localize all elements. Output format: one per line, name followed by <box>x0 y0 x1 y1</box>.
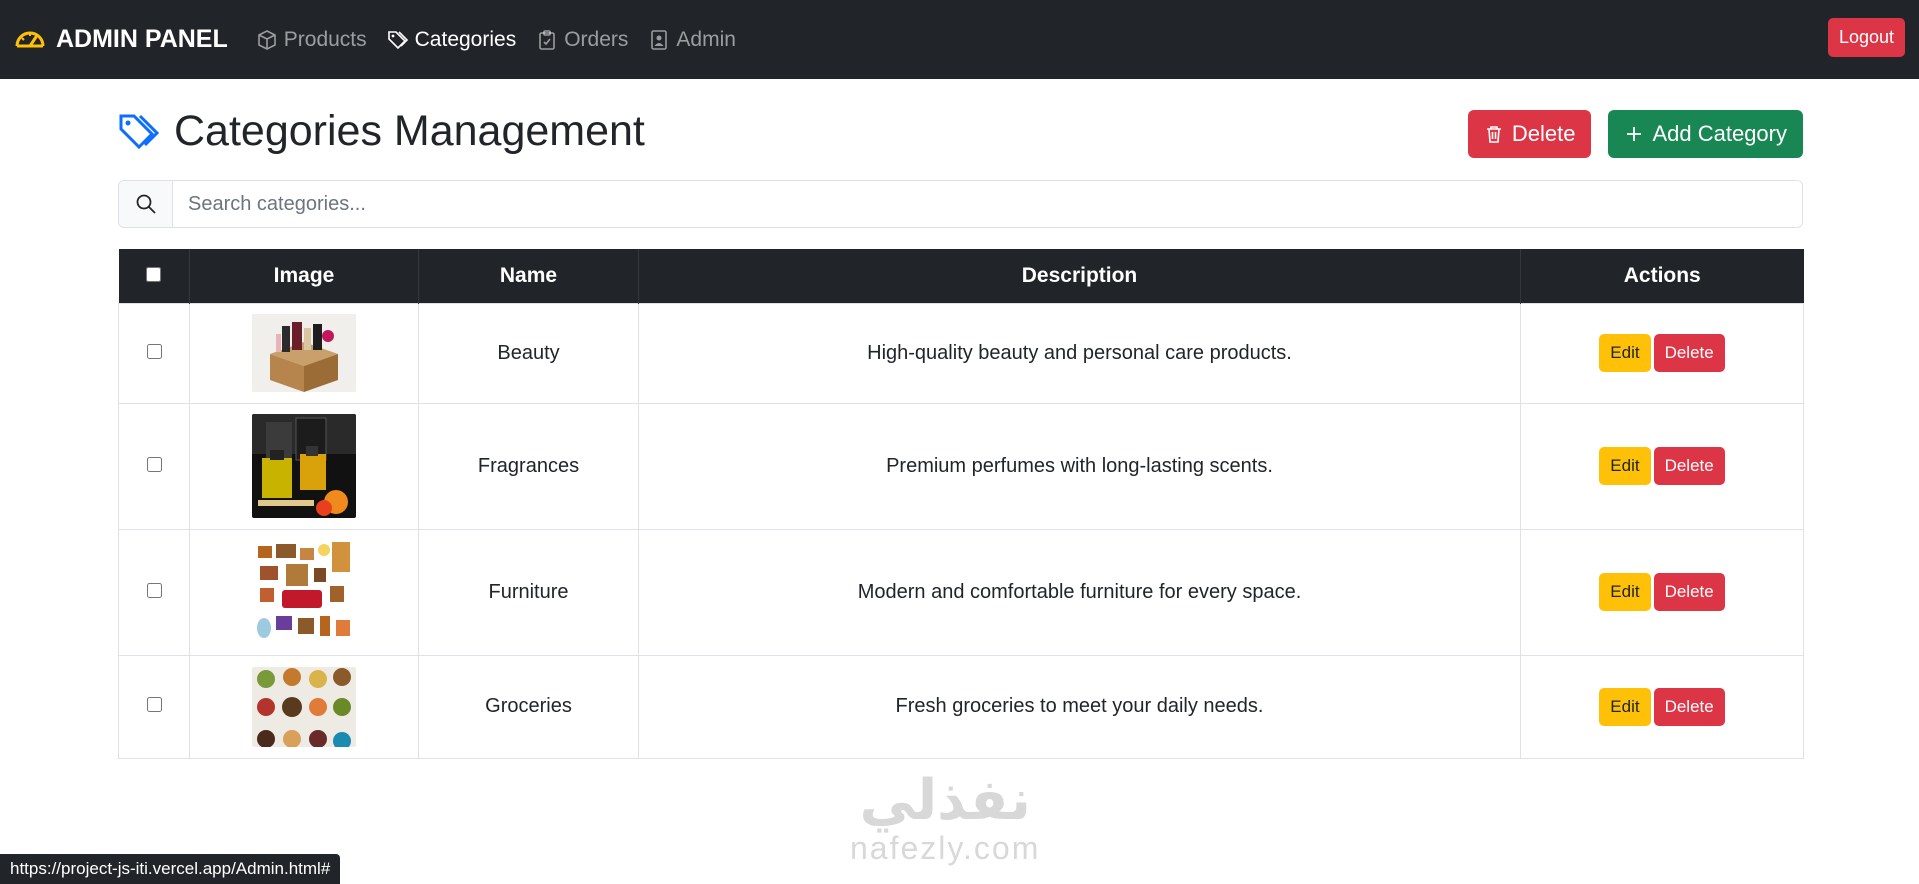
row-checkbox[interactable] <box>146 343 162 359</box>
nav-link-label: Admin <box>676 27 736 51</box>
category-description: Modern and comfortable furniture for eve… <box>638 528 1521 656</box>
search-bar <box>118 180 1803 228</box>
top-navbar: ADMIN PANEL Products Categories Orders A… <box>0 0 1919 79</box>
page-title-text: Categories Management <box>174 107 645 155</box>
row-checkbox[interactable] <box>146 456 162 472</box>
page-header: Categories Management Delete Add Categor… <box>118 79 1803 180</box>
trash-icon <box>1486 126 1501 143</box>
delete-button[interactable]: Delete <box>1653 573 1725 611</box>
edit-button[interactable]: Edit <box>1599 573 1651 611</box>
column-header: Name <box>418 249 639 303</box>
beauty-thumbnail <box>252 314 356 392</box>
edit-button[interactable]: Edit <box>1599 447 1651 485</box>
table-row: Fragrances Premium perfumes with long-la… <box>118 402 1804 530</box>
header-actions: Delete Add Category <box>1467 110 1803 158</box>
fragrances-thumbnail <box>252 414 356 518</box>
category-name: Beauty <box>418 302 639 404</box>
search-input[interactable] <box>173 181 1802 227</box>
brand[interactable]: ADMIN PANEL <box>14 24 228 56</box>
delete-button[interactable]: Delete <box>1653 687 1725 726</box>
add-category-button[interactable]: Add Category <box>1608 110 1803 158</box>
page-title: Categories Management <box>118 107 645 156</box>
box-icon <box>257 29 276 50</box>
table-row: Beauty High-quality beauty and personal … <box>118 302 1804 404</box>
table-row: Furniture Modern and comfortable furnitu… <box>118 528 1804 656</box>
clipboard-check-icon <box>539 29 556 50</box>
category-description: Fresh groceries to meet your daily needs… <box>638 654 1521 759</box>
main-content: Categories Management Delete Add Categor… <box>118 79 1804 759</box>
column-header: Description <box>638 249 1521 303</box>
bulk-delete-button[interactable]: Delete <box>1467 110 1592 158</box>
category-name: Furniture <box>418 528 639 656</box>
nav-link-admin[interactable]: Admin <box>648 28 736 52</box>
category-name: Fragrances <box>418 402 639 530</box>
edit-button[interactable]: Edit <box>1599 687 1651 726</box>
select-all-cell <box>118 249 190 303</box>
nav-link-label: Products <box>283 27 367 51</box>
category-description: High-quality beauty and personal care pr… <box>638 302 1521 404</box>
nav-link-label: Orders <box>564 27 629 51</box>
bulk-delete-label: Delete <box>1511 121 1576 146</box>
select-all-checkbox[interactable] <box>146 266 162 282</box>
plus-icon <box>1627 127 1642 141</box>
speedometer-icon <box>15 31 45 47</box>
row-actions: Edit Delete <box>1520 302 1804 404</box>
row-checkbox[interactable] <box>146 697 162 712</box>
category-description: Premium perfumes with long-lasting scent… <box>638 402 1521 530</box>
brand-label: ADMIN PANEL <box>56 25 228 53</box>
search-icon <box>136 194 156 214</box>
search-addon <box>119 181 173 227</box>
row-actions: Edit Delete <box>1520 654 1804 759</box>
tags-icon <box>119 114 160 149</box>
categories-table: Image Name Description Actions Beauty Hi… <box>118 249 1804 759</box>
category-name: Groceries <box>418 654 639 759</box>
row-checkbox[interactable] <box>146 582 162 598</box>
tags-icon <box>387 30 408 49</box>
column-header: Image <box>189 249 419 303</box>
nav-link-orders[interactable]: Orders <box>536 28 628 52</box>
delete-button[interactable]: Delete <box>1653 447 1725 485</box>
furniture-thumbnail <box>252 540 356 644</box>
delete-button[interactable]: Delete <box>1653 334 1725 372</box>
table-header-row: Image Name Description Actions <box>118 249 1804 303</box>
column-header: Actions <box>1623 263 1701 287</box>
nav-links: Products Categories Orders Admin <box>256 28 736 52</box>
table-row: Groceries Fresh groceries to meet your d… <box>118 654 1804 759</box>
nav-link-categories[interactable]: Categories <box>387 27 517 52</box>
add-category-label: Add Category <box>1652 121 1787 146</box>
logout-button[interactable]: Logout <box>1827 18 1905 57</box>
nav-link-label: Categories <box>414 27 517 51</box>
row-actions: Edit Delete <box>1520 528 1804 656</box>
groceries-thumbnail <box>252 666 356 747</box>
person-badge-icon <box>651 29 668 50</box>
status-bar-url: https://project-js-iti.vercel.app/Admin.… <box>0 854 341 884</box>
edit-button[interactable]: Edit <box>1599 334 1651 372</box>
row-actions: Edit Delete <box>1520 402 1804 530</box>
watermark-arabic: نفذلي <box>859 768 1031 831</box>
watermark-latin: nafezly.com <box>850 830 1041 866</box>
nav-link-products[interactable]: Products <box>256 28 367 52</box>
watermark: نفذلي nafezly.com <box>850 770 1040 867</box>
